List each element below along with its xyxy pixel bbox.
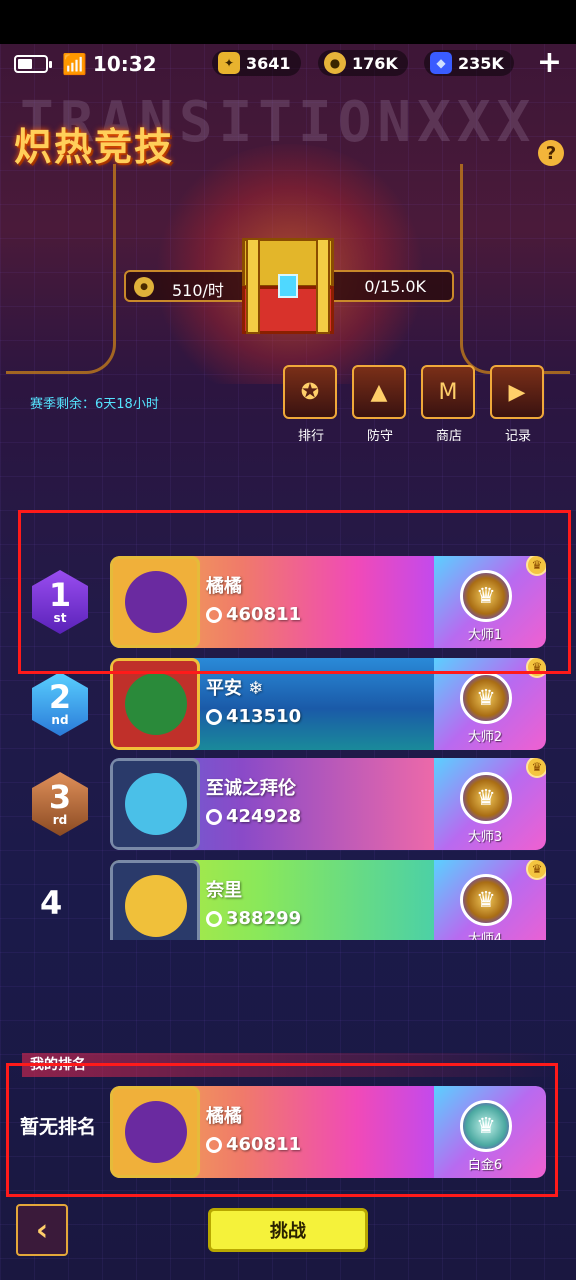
shop-icon: M [421,365,475,419]
leaderboard-row[interactable]: 2 nd 平安 ❄ 413510 ♛ 大师2 ♛ [0,658,576,752]
shop-button[interactable]: M 商店 [421,365,477,444]
my-player-card[interactable]: 橘橘 460811 ♛ 白金6 [110,1086,546,1178]
gem-icon: ◆ [430,52,452,74]
ticket-icon: ✦ [218,52,240,74]
score-icon [206,1136,222,1153]
rank-badge: 2 nd [32,672,88,736]
leaderboard-row[interactable]: 4 奈里 388299 ♛ 大师4 ♛ [0,860,576,940]
crown-icon: ♛ [526,556,546,576]
player-card[interactable]: 平安 ❄ 413510 ♛ 大师2 ♛ [110,658,546,750]
my-rank-header: 我的排名 [22,1053,554,1077]
tier-emblem-icon: ♛ [460,1100,512,1152]
help-icon[interactable]: ? [538,140,564,166]
my-rank-row[interactable]: 橘橘 460811 ♛ 白金6 [0,1086,576,1180]
challenge-button[interactable]: 挑战 [208,1208,368,1252]
clock: 10:32 [92,52,157,76]
player-card[interactable]: 橘橘 460811 ♛ 大师1 ♛ [110,556,546,648]
score-icon [206,910,222,927]
tier-label: 大师2 [467,730,503,745]
record-button[interactable]: ▶ 记录 [490,365,546,444]
player-name: 奈里 [206,880,242,901]
player-name: 橘橘 [206,1106,242,1127]
player-card[interactable]: 至诚之拜伦 424928 ♛ 大师3 ♛ [110,758,546,850]
player-name: 橘橘 [206,576,242,597]
score-icon [206,606,222,623]
reward-rate: 510/时 [172,281,224,300]
avatar [110,1086,200,1178]
player-card[interactable]: 奈里 388299 ♛ 大师4 ♛ [110,860,546,940]
tier-emblem-icon: ♛ [460,874,512,926]
chest-lock-icon [278,274,298,298]
add-resource-button[interactable]: + [537,48,562,78]
defense-button[interactable]: ▲ 防守 [352,365,408,444]
player-score: 460811 [206,604,301,625]
crown-icon: ♛ [526,658,546,678]
battery-icon [14,55,52,73]
ticket-resource[interactable]: ✦ 3641 [212,50,301,76]
coin-icon: ● [324,52,346,74]
tier-label: 大师4 [467,932,503,940]
player-name: 至诚之拜伦 [206,778,296,799]
reward-chest[interactable] [242,238,334,334]
avatar [110,860,200,940]
crown-icon: ♛ [526,860,546,880]
top-black-bar [0,0,576,44]
score-icon [206,808,222,825]
crown-icon: ♛ [526,758,546,778]
season-remaining: 赛季剩余：6天18小时 [30,397,159,412]
avatar [110,658,200,750]
tier-emblem-icon: ♛ [460,672,512,724]
banner-deco-right [460,164,570,374]
player-name: 平安 ❄ [206,678,264,699]
leaderboard-icon: ✪ [283,365,337,419]
leaderboard-row[interactable]: 1 st 橘橘 460811 ♛ 大师1 ♛ [0,556,576,650]
avatar [110,556,200,648]
record-icon: ▶ [490,365,544,419]
reward-progress: 0/15.0K [364,277,426,296]
tier-label: 大师3 [467,830,503,845]
rank-badge: 3 rd [32,772,88,836]
tier-label: 白金6 [467,1158,503,1173]
ticket-count: 3641 [246,53,291,73]
tier-emblem-icon: ♛ [460,570,512,622]
page-title: 炽热竞技 [14,125,175,169]
player-score: 413510 [206,706,301,727]
leaderboard-button[interactable]: ✪ 排行 [283,365,339,444]
avatar [110,758,200,850]
wifi-icon: 📶 [62,52,87,76]
player-score: 388299 [206,908,301,929]
banner-deco-left [6,164,116,374]
player-score: 424928 [206,806,301,827]
gem-count: 235K [458,53,504,73]
coin-resource[interactable]: ● 176K [318,50,408,76]
tier-emblem-icon: ♛ [460,772,512,824]
leaderboard-row[interactable]: 3 rd 至诚之拜伦 424928 ♛ 大师3 ♛ [0,758,576,852]
rank-badge: 1 st [32,570,88,634]
coin-icon: ● [134,277,154,297]
tier-label: 大师1 [467,628,503,643]
player-score: 460811 [206,1134,301,1155]
defense-icon: ▲ [352,365,406,419]
score-icon [206,708,222,725]
gem-resource[interactable]: ◆ 235K [424,50,514,76]
back-button[interactable]: ‹ [16,1204,68,1256]
rank-number: 4 [40,884,63,922]
coin-count: 176K [352,53,398,73]
